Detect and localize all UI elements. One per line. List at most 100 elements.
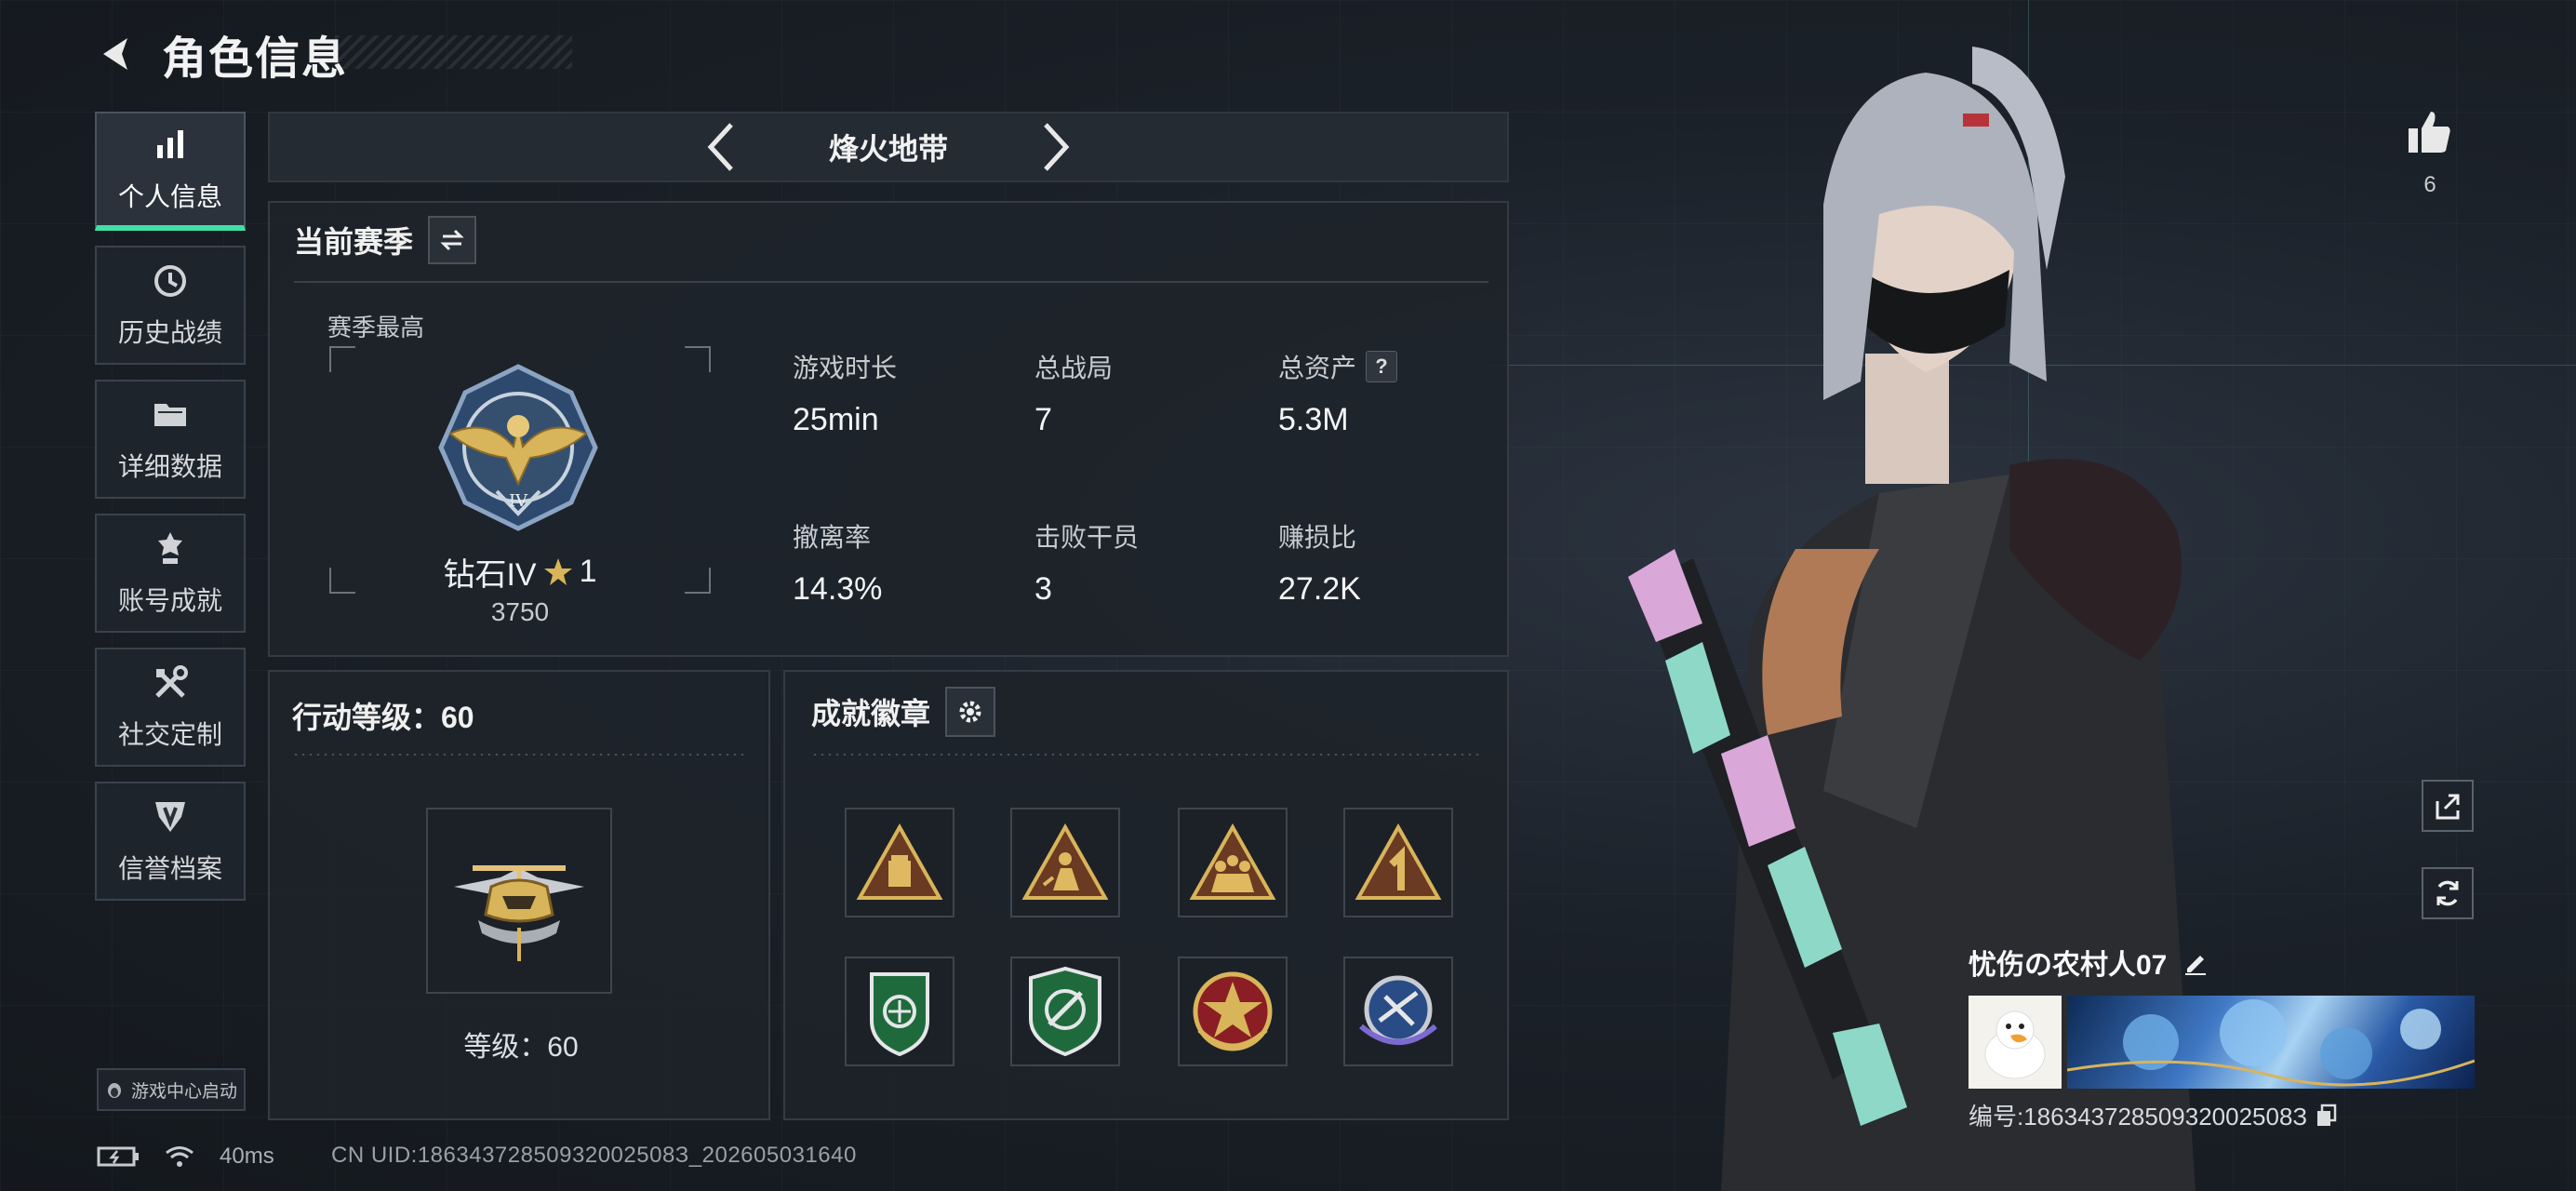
badge-slot[interactable] bbox=[1010, 808, 1120, 917]
stat-play-time: 游戏时长 25min bbox=[793, 348, 1016, 438]
season-switch-button[interactable] bbox=[428, 216, 477, 264]
star-icon bbox=[543, 557, 572, 585]
level-emblem[interactable] bbox=[426, 808, 612, 994]
profile-banner bbox=[2067, 996, 2475, 1089]
sidebar-item-achievements[interactable]: 账号成就 bbox=[95, 514, 246, 633]
rank-frame: IV 钻石IV 1 bbox=[329, 346, 711, 594]
triangle-crate-badge-icon bbox=[856, 823, 943, 900]
green-shield-badge-icon bbox=[870, 972, 929, 1057]
folder-icon bbox=[154, 404, 186, 426]
stat-extract-rate: 撤离率 14.3% bbox=[793, 517, 1016, 608]
stat-label: 赚损比 bbox=[1278, 523, 1357, 552]
uid-text: CN UID:18634372850932002508З_20260503164… bbox=[331, 1143, 857, 1168]
stat-value: 14.3% bbox=[793, 571, 883, 607]
stat-label: 游戏时长 bbox=[793, 354, 898, 382]
next-mode-button[interactable] bbox=[1028, 119, 1084, 175]
badge-settings-button[interactable] bbox=[945, 687, 996, 737]
wifi-icon bbox=[166, 1146, 194, 1167]
edit-pencil-icon[interactable] bbox=[2182, 948, 2209, 976]
history-clock-icon bbox=[154, 265, 186, 297]
badge-slot[interactable] bbox=[1178, 808, 1288, 917]
copy-icon[interactable] bbox=[2315, 1104, 2339, 1128]
sidebar-item-history[interactable]: 历史战绩 bbox=[95, 246, 246, 365]
like-count: 6 bbox=[2423, 172, 2436, 197]
player-name: 忧伤の农村人07 bbox=[1969, 950, 2168, 981]
player-id: 编号:18634372850932002508З bbox=[1969, 1103, 2308, 1131]
sidebar-item-details[interactable]: 详细数据 bbox=[95, 380, 246, 499]
stat-value: 25min bbox=[793, 402, 879, 437]
sidebar-item-personal-info[interactable]: 个人信息 bbox=[95, 112, 246, 231]
rank-line: 钻石IV 1 bbox=[329, 549, 711, 595]
sidebar-item-label: 信誉档案 bbox=[117, 854, 222, 883]
stat-label: 总资产 bbox=[1278, 354, 1357, 382]
title-stripe-decor bbox=[335, 35, 572, 69]
mode-name: 烽火地带 bbox=[828, 132, 948, 166]
triangle-squad-badge-icon bbox=[1189, 823, 1276, 900]
avatar[interactable] bbox=[1969, 996, 2062, 1089]
penguin-icon bbox=[107, 1083, 121, 1098]
stat-label: 撤离率 bbox=[793, 523, 872, 552]
page-title: 角色信息 bbox=[162, 34, 349, 84]
divider bbox=[811, 752, 1481, 757]
badge-slot[interactable] bbox=[1343, 808, 1453, 917]
achievement-badges-panel: 成就徽章 bbox=[783, 670, 1509, 1120]
divider bbox=[292, 752, 746, 757]
diamond-rank-emblem-icon: IV bbox=[438, 364, 598, 531]
ping-value: 40ms bbox=[220, 1144, 274, 1169]
bar-chart-icon bbox=[157, 130, 183, 158]
sidebar-item-reputation[interactable]: 信誉档案 bbox=[95, 782, 246, 901]
gear-icon bbox=[959, 701, 981, 723]
stat-value: 3 bbox=[1034, 571, 1052, 607]
sidebar-item-label: 历史战绩 bbox=[117, 318, 222, 347]
star-wreath-badge-icon bbox=[1193, 971, 1273, 1051]
badge-slot[interactable] bbox=[1010, 957, 1120, 1066]
badge-slot[interactable] bbox=[1178, 957, 1288, 1066]
triangle-soldier-badge-icon bbox=[1021, 823, 1109, 900]
status-bar: 40ms bbox=[97, 1143, 274, 1171]
season-title: 当前赛季 bbox=[294, 225, 414, 259]
helicopter-emblem-icon bbox=[454, 865, 584, 961]
stat-total-matches: 总战局 7 bbox=[1034, 348, 1258, 438]
action-level-title: 行动等级：60 bbox=[292, 701, 474, 734]
badge-slot[interactable] bbox=[1343, 957, 1453, 1066]
stat-total-assets: 总资产? 5.3M bbox=[1278, 348, 1502, 438]
chevron-right-icon bbox=[1044, 123, 1070, 171]
action-level-panel: 行动等级：60 等级：60 bbox=[268, 670, 770, 1120]
rank-stars: 1 bbox=[579, 554, 597, 589]
chevron-left-icon bbox=[707, 123, 733, 171]
help-button[interactable]: ? bbox=[1366, 351, 1398, 382]
triangle-number-one-badge-icon bbox=[1355, 823, 1442, 900]
back-button[interactable] bbox=[93, 30, 141, 78]
medal-icon bbox=[158, 532, 182, 564]
mode-selector: 烽火地带 bbox=[268, 112, 1509, 182]
stat-label: 总战局 bbox=[1034, 354, 1114, 382]
sidebar-item-label: 社交定制 bbox=[117, 720, 222, 749]
prev-mode-button[interactable] bbox=[693, 119, 749, 175]
divider bbox=[294, 281, 1488, 283]
battery-icon bbox=[97, 1146, 139, 1167]
page-header: 角色信息 bbox=[93, 26, 348, 84]
sidebar: 个人信息 历史战绩 详细数据 账号成就 社交定制 信誉档案 bbox=[95, 112, 247, 916]
sidebar-item-social[interactable]: 社交定制 bbox=[95, 648, 246, 767]
refresh-button[interactable] bbox=[2422, 867, 2474, 919]
blue-wings-badge-icon bbox=[1359, 975, 1437, 1045]
badges-title: 成就徽章 bbox=[811, 697, 931, 730]
game-center-button[interactable]: 游戏中心启动 bbox=[97, 1068, 246, 1111]
stat-value: 7 bbox=[1034, 402, 1052, 437]
badge-slot[interactable] bbox=[845, 808, 954, 917]
badge-slot[interactable] bbox=[845, 957, 954, 1066]
level-label: 等级：60 bbox=[463, 1032, 579, 1063]
rank-name: 钻石IV bbox=[443, 557, 537, 593]
thumbs-up-icon bbox=[2409, 112, 2450, 153]
sidebar-item-label: 个人信息 bbox=[117, 182, 222, 211]
game-center-label: 游戏中心启动 bbox=[130, 1081, 237, 1102]
sidebar-item-label: 详细数据 bbox=[117, 452, 222, 481]
sidebar-item-label: 账号成就 bbox=[117, 586, 222, 615]
swap-icon bbox=[440, 229, 464, 251]
stat-profit-loss: 赚损比 27.2K bbox=[1278, 517, 1502, 608]
share-button[interactable] bbox=[2422, 780, 2474, 832]
like-button[interactable]: 6 bbox=[2402, 108, 2458, 198]
svg-text:IV: IV bbox=[509, 491, 528, 511]
refresh-icon bbox=[2436, 880, 2459, 906]
tools-icon bbox=[155, 665, 188, 698]
